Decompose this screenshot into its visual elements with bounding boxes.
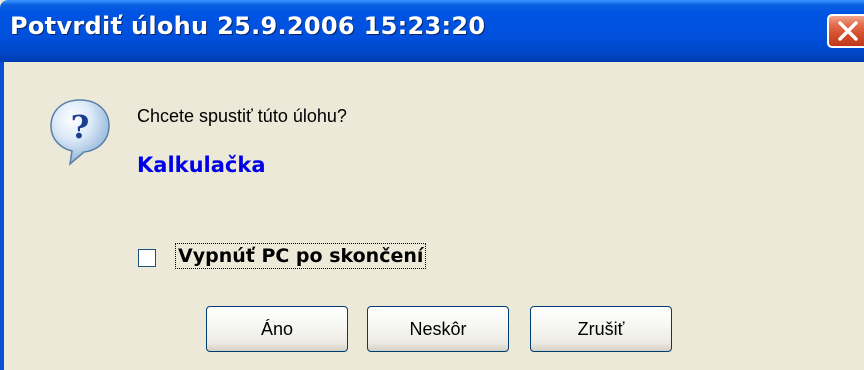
window-title: Potvrdiť úlohu 25.9.2006 15:23:20 xyxy=(10,12,486,40)
prompt-text: Chcete spustiť túto úlohu? xyxy=(137,106,347,126)
window-frame-left xyxy=(0,62,4,370)
svg-text:?: ? xyxy=(71,108,90,146)
title-bar[interactable]: Potvrdiť úlohu 25.9.2006 15:23:20 xyxy=(0,0,864,62)
task-name: Kalkulačka xyxy=(137,153,266,177)
question-icon: ? xyxy=(48,96,112,168)
close-icon xyxy=(838,21,858,41)
shutdown-checkbox[interactable] xyxy=(138,249,156,267)
shutdown-checkbox-label[interactable]: Vypnúť PC po skončení xyxy=(174,243,427,269)
yes-button[interactable]: Áno xyxy=(206,306,348,352)
close-button[interactable] xyxy=(827,14,864,48)
confirm-task-dialog: Potvrdiť úlohu 25.9.2006 15:23:20 ? Chce… xyxy=(0,0,864,370)
cancel-button[interactable]: Zrušiť xyxy=(530,306,672,352)
later-button[interactable]: Neskôr xyxy=(367,306,509,352)
